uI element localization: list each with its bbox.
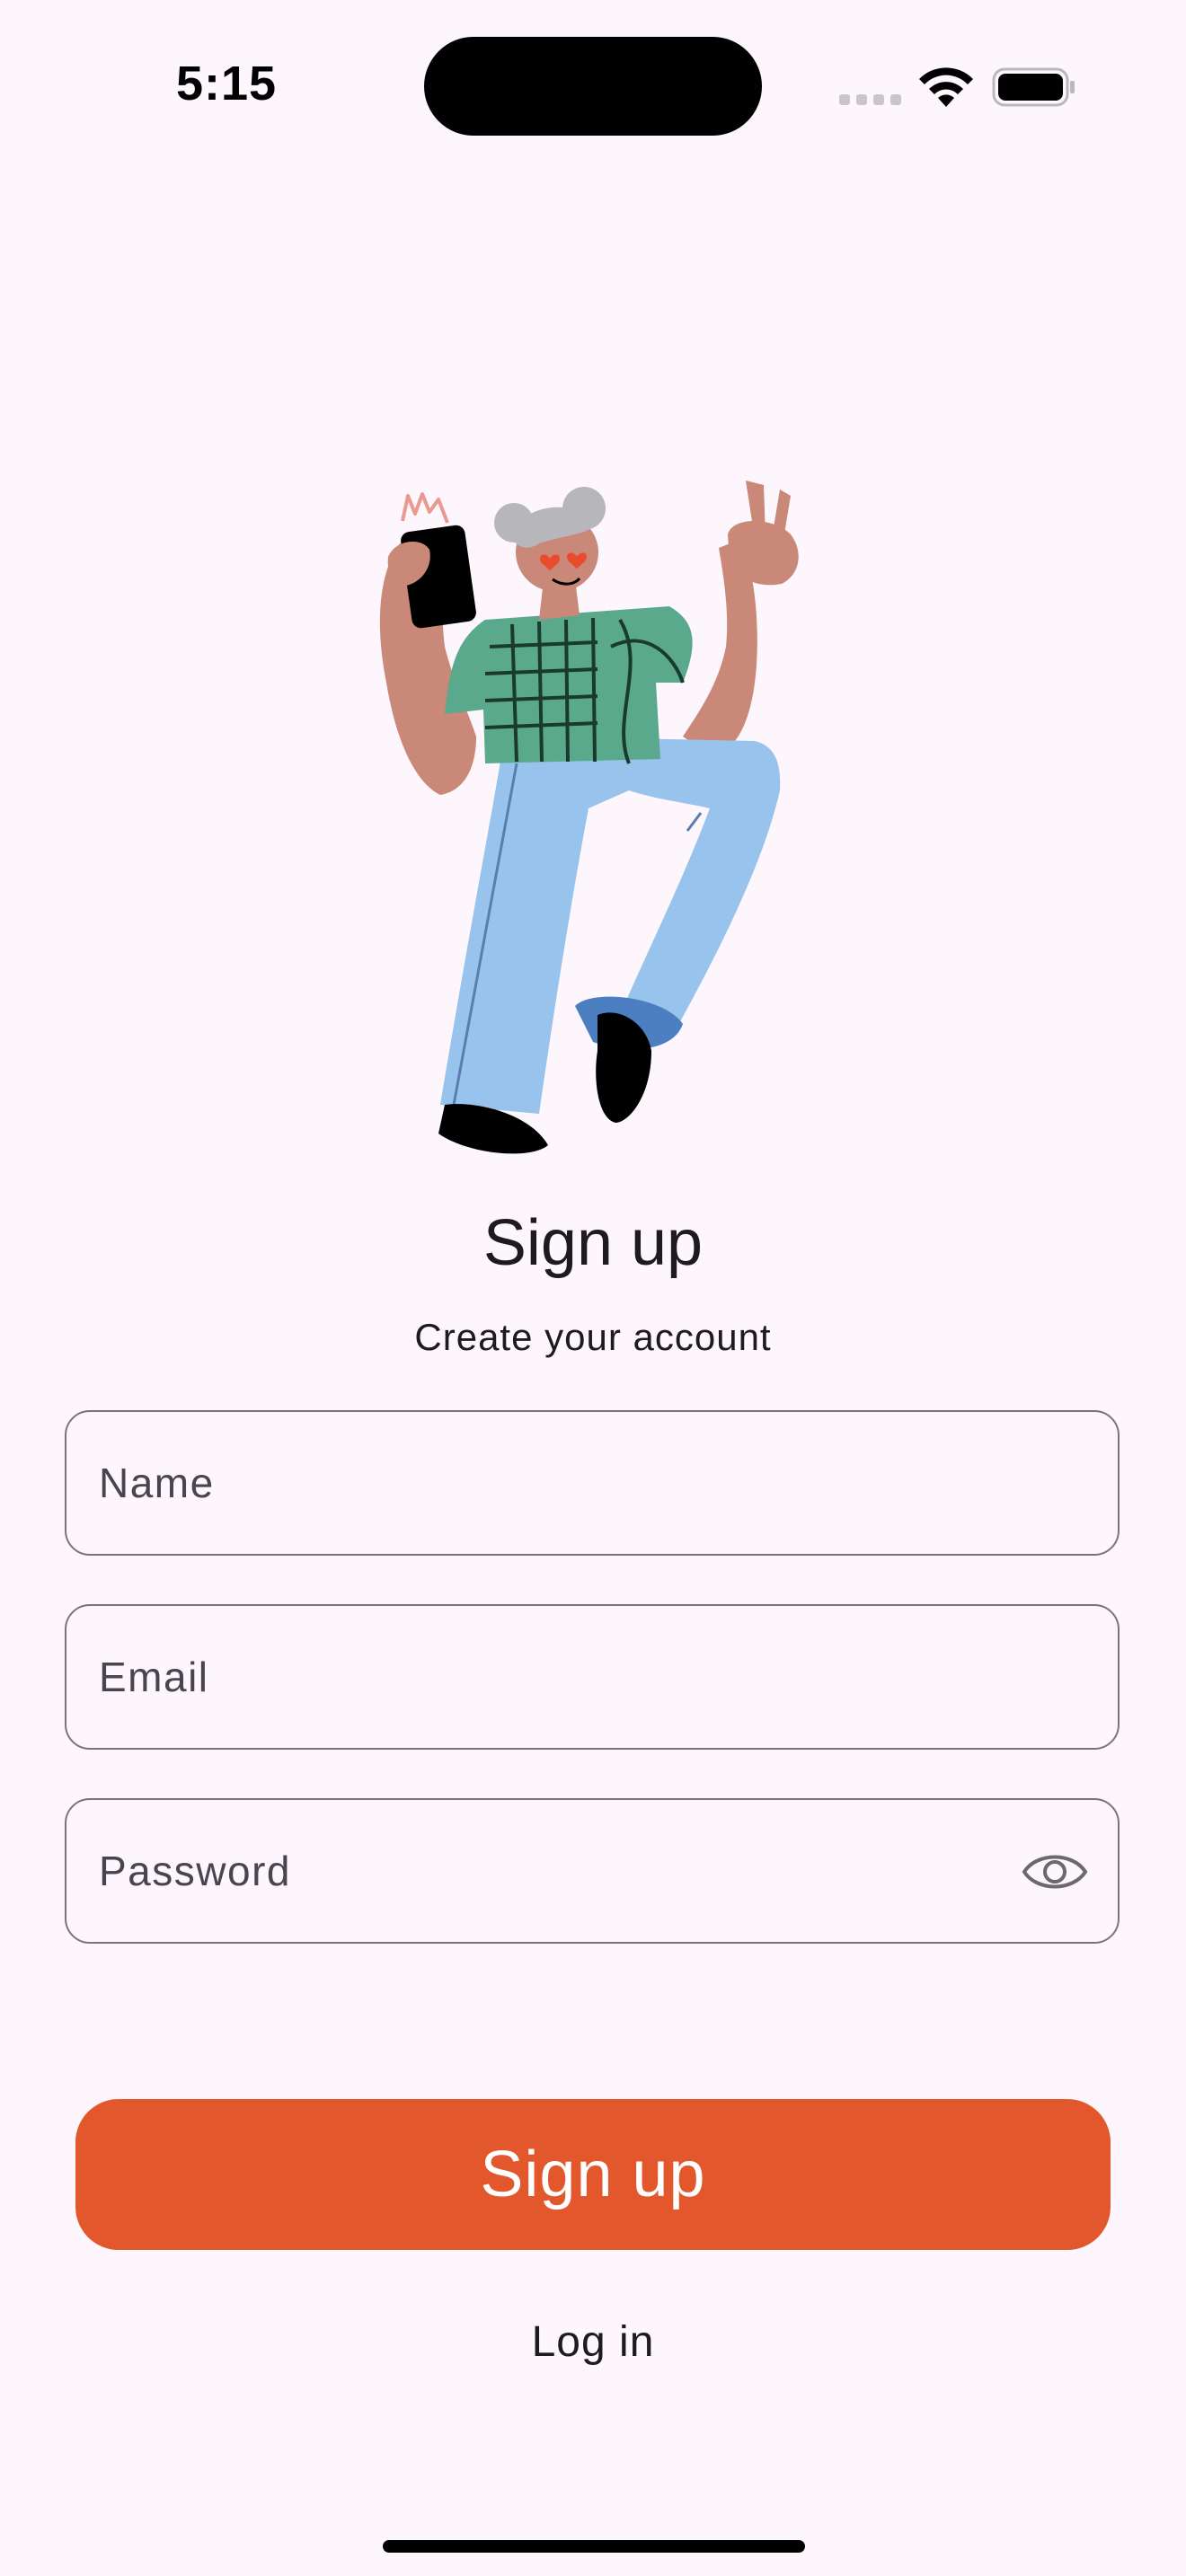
login-link[interactable]: Log in	[0, 2317, 1186, 2367]
password-input[interactable]	[99, 1800, 997, 1942]
eye-icon[interactable]	[1021, 1845, 1089, 1899]
name-input[interactable]	[99, 1412, 997, 1554]
wifi-icon	[919, 67, 973, 107]
battery-icon	[992, 67, 1075, 107]
page-subtitle: Create your account	[414, 1316, 772, 1358]
password-field-container	[65, 1798, 1120, 1944]
email-field-container	[65, 1604, 1120, 1750]
signup-button[interactable]: Sign up	[75, 2099, 1111, 2250]
dynamic-island	[424, 37, 762, 136]
name-field-container	[65, 1410, 1120, 1556]
email-input[interactable]	[99, 1606, 997, 1748]
status-time: 5:15	[176, 57, 278, 110]
cellular-signal-icon	[839, 93, 907, 110]
person-illustration	[379, 481, 799, 1154]
home-indicator	[383, 2540, 805, 2553]
page-title: Sign up	[482, 1207, 704, 1279]
